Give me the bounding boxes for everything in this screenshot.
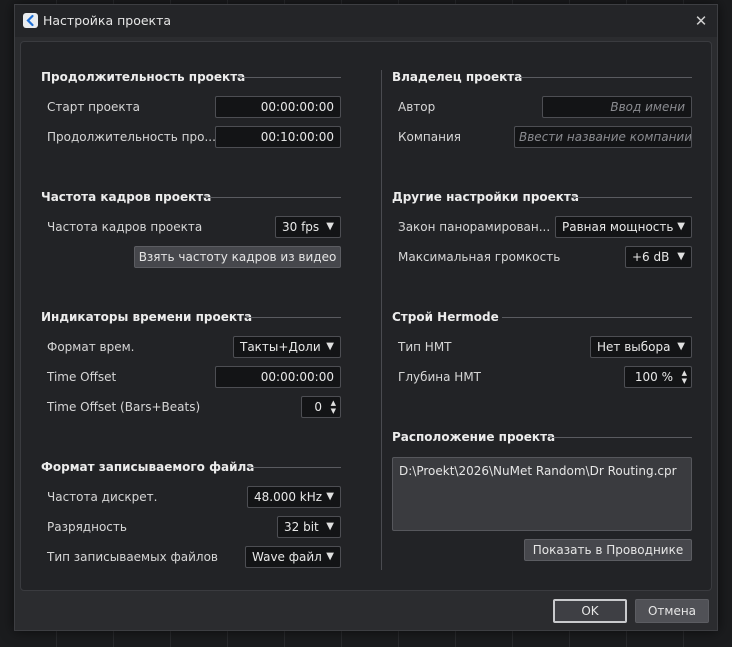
time-format-value: Такты+Доли — [240, 340, 321, 354]
cubase-logo-icon — [23, 13, 38, 28]
section-divider — [550, 437, 692, 438]
chevron-down-icon: ▼ — [677, 221, 685, 232]
cancel-button[interactable]: Отмена — [635, 599, 709, 623]
time-offset-bars-value: 0 — [314, 400, 322, 414]
project-start-field[interactable]: 00:00:00:00 — [215, 96, 341, 118]
time-format-label: Формат врем. — [47, 340, 135, 354]
hmt-type-dropdown[interactable]: Нет выбора ▼ — [590, 336, 692, 358]
bit-depth-label: Разрядность — [47, 520, 127, 534]
framerate-value: 30 fps — [282, 220, 320, 234]
company-input[interactable]: Ввести название компании — [514, 126, 692, 148]
project-length-field[interactable]: 00:10:00:00 — [215, 126, 341, 148]
spin-up-icon[interactable]: ▲ — [678, 369, 687, 377]
section-divider — [245, 317, 341, 318]
section-location-title: Расположение проекта — [392, 430, 556, 444]
spin-down-icon[interactable]: ▼ — [327, 407, 336, 415]
bit-depth-dropdown[interactable]: 32 bit ▼ — [277, 516, 341, 538]
section-duration-title: Продолжительность проекта — [41, 70, 246, 84]
settings-panel: Продолжительность проекта Старт проекта … — [20, 41, 712, 591]
chevron-down-icon: ▼ — [677, 251, 685, 262]
author-input[interactable]: Ввод имени — [542, 96, 692, 118]
time-offset-field[interactable]: 00:00:00:00 — [215, 366, 341, 388]
time-offset-bars-spinner[interactable]: 0 ▲ ▼ — [301, 396, 341, 418]
spin-arrows[interactable]: ▲ ▼ — [327, 399, 336, 415]
project-path-box: D:\Proekt\2026\NuMet Random\Dr Routing.c… — [392, 457, 692, 531]
section-other-title: Другие настройки проекта — [392, 190, 579, 204]
spin-arrows[interactable]: ▲ ▼ — [678, 369, 687, 385]
sample-rate-label: Частота дискрет. — [47, 490, 158, 504]
max-volume-value: +6 dB — [632, 250, 670, 264]
time-offset-label: Time Offset — [47, 370, 117, 384]
column-divider — [381, 70, 382, 570]
close-icon[interactable]: ✕ — [691, 11, 711, 31]
chevron-down-icon: ▼ — [677, 341, 685, 352]
project-path-text: D:\Proekt\2026\NuMet Random\Dr Routing.c… — [399, 464, 677, 478]
chevron-down-icon: ▼ — [326, 521, 334, 532]
chevron-down-icon: ▼ — [326, 341, 334, 352]
framerate-dropdown[interactable]: 30 fps ▼ — [275, 216, 341, 238]
sample-rate-dropdown[interactable]: 48.000 kHz ▼ — [247, 486, 341, 508]
section-divider — [247, 467, 341, 468]
max-volume-label: Максимальная громкость — [398, 250, 561, 264]
hmt-type-value: Нет выбора — [597, 340, 671, 354]
length-label: Продолжительность про... — [47, 130, 216, 144]
section-record-format-title: Формат записываемого файла — [41, 460, 255, 474]
section-owner-title: Владелец проекта — [392, 70, 523, 84]
section-divider — [520, 77, 692, 78]
pan-law-value: Равная мощность — [562, 220, 674, 234]
section-framerate-title: Частота кадров проекта — [41, 190, 212, 204]
section-time-indicators-title: Индикаторы времени проекта — [41, 310, 253, 324]
file-type-label: Тип записываемых файлов — [47, 550, 218, 564]
pan-law-dropdown[interactable]: Равная мощность ▼ — [555, 216, 692, 238]
section-divider — [237, 77, 341, 78]
pan-law-label: Закон панорамирован... — [398, 220, 551, 234]
section-divider — [502, 317, 692, 318]
take-framerate-from-video-button[interactable]: Взять частоту кадров из видео — [134, 246, 341, 268]
time-format-dropdown[interactable]: Такты+Доли ▼ — [233, 336, 341, 358]
time-offset-bars-label: Time Offset (Bars+Beats) — [47, 400, 201, 414]
hmt-depth-label: Глубина HMT — [398, 370, 482, 384]
file-type-dropdown[interactable]: Wave файл ▼ — [245, 546, 341, 568]
hmt-depth-value: 100 % — [634, 370, 673, 384]
bit-depth-value: 32 bit — [284, 520, 319, 534]
ok-button[interactable]: OK — [553, 599, 627, 623]
hmt-depth-spinner[interactable]: 100 % ▲ ▼ — [624, 366, 692, 388]
start-label: Старт проекта — [47, 100, 140, 114]
sample-rate-value: 48.000 kHz — [254, 490, 323, 504]
spin-down-icon[interactable]: ▼ — [678, 377, 687, 385]
chevron-down-icon: ▼ — [326, 221, 334, 232]
dialog-title: Настройка проекта — [43, 13, 172, 28]
section-divider — [203, 197, 341, 198]
title-bar[interactable]: Настройка проекта ✕ — [15, 5, 717, 37]
framerate-label: Частота кадров проекта — [47, 220, 203, 234]
project-settings-dialog: Настройка проекта ✕ Продолжительность пр… — [14, 4, 718, 631]
section-divider — [572, 197, 692, 198]
file-type-value: Wave файл — [252, 550, 322, 564]
section-hermode-title: Строй Hermode — [392, 310, 499, 324]
author-label: Автор — [398, 100, 436, 114]
chevron-down-icon: ▼ — [326, 491, 334, 502]
company-label: Компания — [398, 130, 461, 144]
hmt-type-label: Тип HMT — [398, 340, 452, 354]
show-in-explorer-button[interactable]: Показать в Проводнике — [524, 539, 692, 561]
chevron-down-icon: ▼ — [326, 551, 334, 562]
spin-up-icon[interactable]: ▲ — [327, 399, 336, 407]
max-volume-dropdown[interactable]: +6 dB ▼ — [625, 246, 692, 268]
